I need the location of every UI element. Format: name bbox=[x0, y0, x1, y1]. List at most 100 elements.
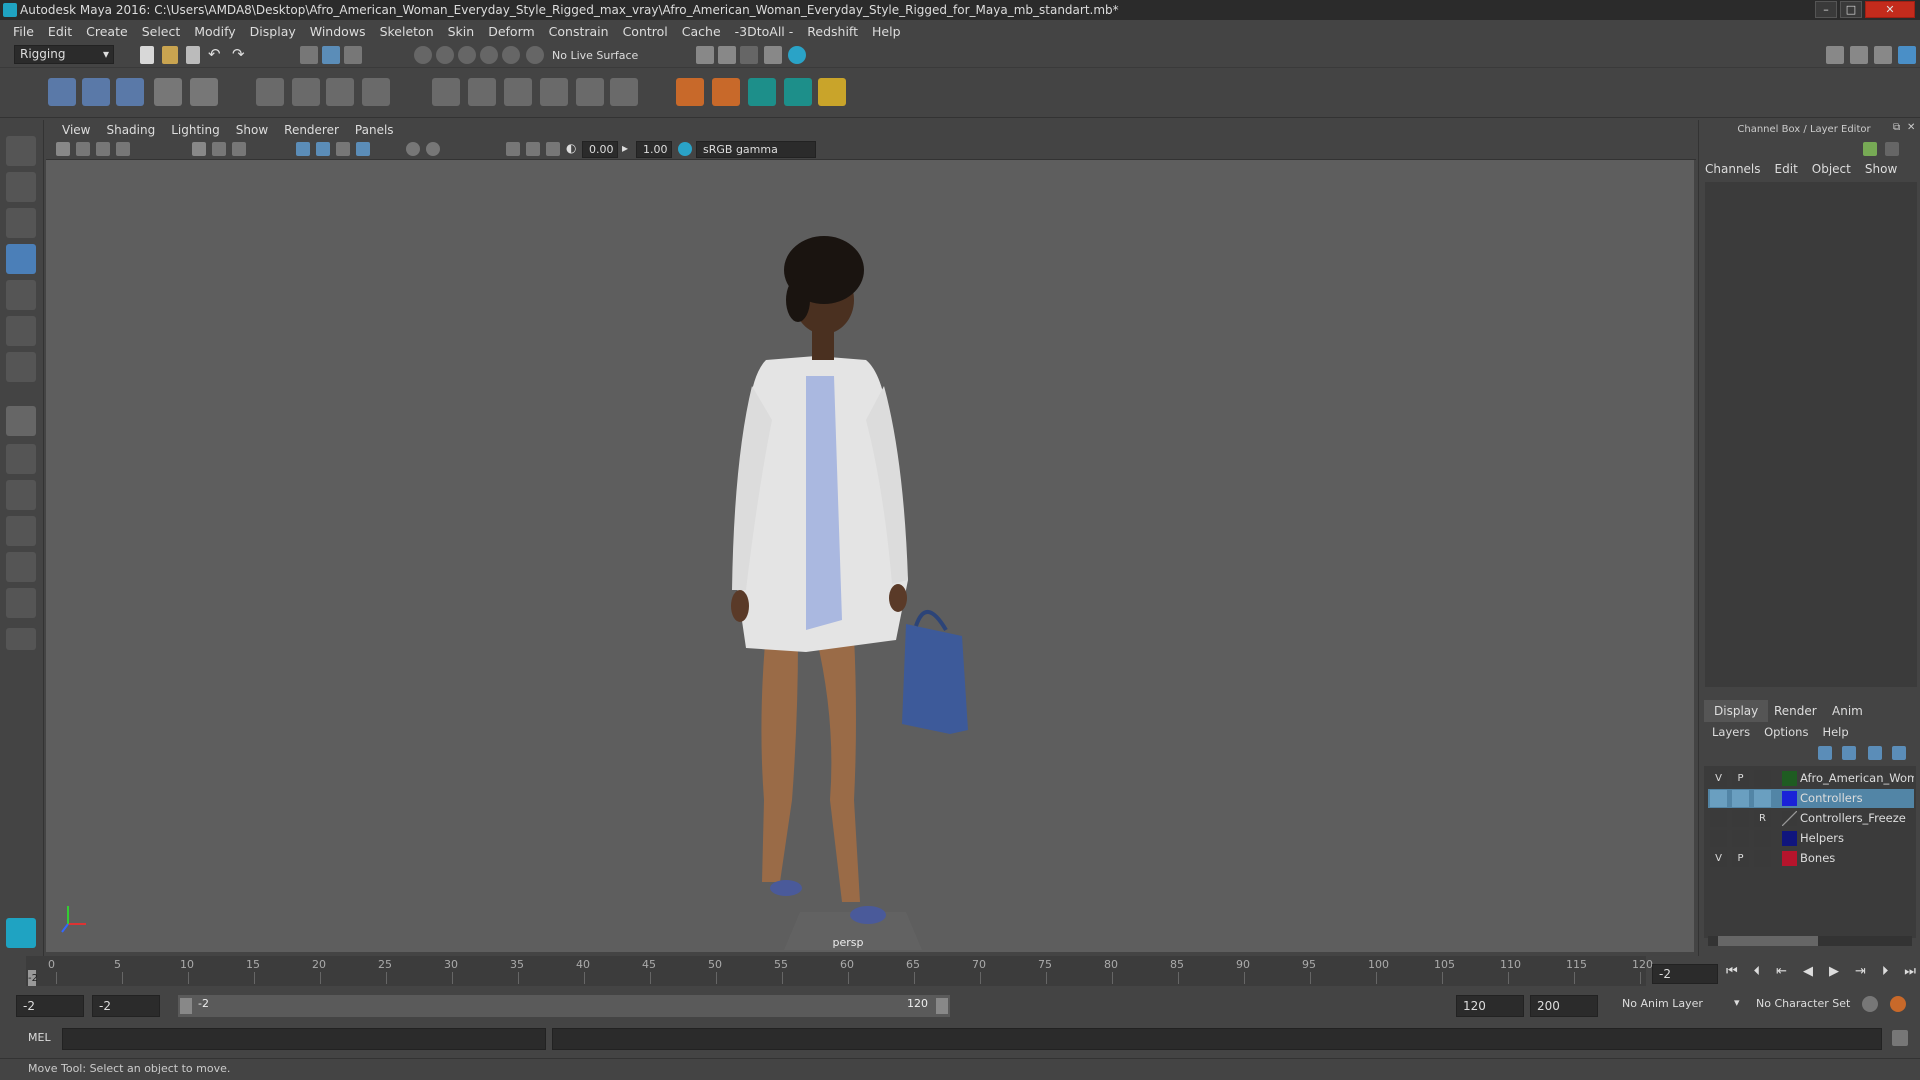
menu-select[interactable]: Select bbox=[135, 24, 188, 39]
script-editor-icon[interactable] bbox=[1892, 1030, 1908, 1046]
aim-constraint-icon[interactable] bbox=[468, 78, 496, 106]
layer-display-type[interactable]: R bbox=[1754, 810, 1771, 827]
layer-menu-options[interactable]: Options bbox=[1764, 722, 1808, 744]
gamma-field[interactable]: 1.00 bbox=[636, 141, 672, 158]
go-to-end-icon[interactable]: ⏭ bbox=[1904, 964, 1916, 984]
single-view-icon[interactable] bbox=[6, 406, 36, 436]
persp-graph-icon[interactable] bbox=[6, 516, 36, 546]
new-layer-icon[interactable] bbox=[1868, 746, 1882, 760]
panel-menu-shading[interactable]: Shading bbox=[98, 123, 163, 137]
auto-key-icon[interactable] bbox=[1862, 996, 1878, 1012]
camera-attr-icon[interactable] bbox=[76, 142, 90, 156]
resolution-gate-icon[interactable] bbox=[232, 142, 246, 156]
lattice-icon[interactable] bbox=[256, 78, 284, 106]
menu-edit[interactable]: Edit bbox=[41, 24, 79, 39]
menu-skin[interactable]: Skin bbox=[441, 24, 482, 39]
select-component-icon[interactable] bbox=[344, 46, 362, 64]
cb-menu-channels[interactable]: Channels bbox=[1705, 162, 1761, 176]
last-tool-icon[interactable] bbox=[6, 352, 36, 382]
layer-playback-toggle[interactable]: P bbox=[1732, 850, 1749, 867]
layer-menu-help[interactable]: Help bbox=[1822, 722, 1848, 744]
cb-menu-edit[interactable]: Edit bbox=[1775, 162, 1798, 176]
persp-outliner-icon[interactable] bbox=[6, 552, 36, 582]
layer-visibility-toggle[interactable] bbox=[1710, 830, 1727, 847]
layer-name[interactable]: Helpers bbox=[1800, 829, 1914, 848]
minimize-button[interactable]: – bbox=[1815, 1, 1837, 18]
cb-mode-icon-2[interactable] bbox=[1885, 142, 1899, 156]
layer-color-swatch[interactable] bbox=[1782, 851, 1797, 866]
paint-select-icon[interactable] bbox=[6, 208, 36, 238]
layer-color-swatch[interactable] bbox=[1782, 811, 1797, 826]
snap-surface-icon[interactable] bbox=[502, 46, 520, 64]
snap-point-icon[interactable] bbox=[458, 46, 476, 64]
color-management-icon[interactable] bbox=[678, 142, 692, 156]
end-time-field[interactable]: 200 bbox=[1530, 995, 1598, 1017]
range-end-handle[interactable] bbox=[936, 998, 948, 1014]
wireframe-icon[interactable] bbox=[296, 142, 310, 156]
menuset-dropdown[interactable]: Rigging ▾ bbox=[14, 45, 114, 64]
textured-icon[interactable] bbox=[336, 142, 350, 156]
render-frame-icon[interactable] bbox=[696, 46, 714, 64]
four-view-icon[interactable] bbox=[6, 444, 36, 474]
step-back-key-icon[interactable]: ⇤ bbox=[1776, 964, 1787, 984]
menu-modify[interactable]: Modify bbox=[187, 24, 242, 39]
layer-name[interactable]: Controllers_Freeze bbox=[1800, 809, 1914, 828]
layer-playback-toggle[interactable]: P bbox=[1732, 770, 1749, 787]
menu-help[interactable]: Help bbox=[865, 24, 908, 39]
cb-mode-icon[interactable] bbox=[1863, 142, 1877, 156]
step-back-icon[interactable]: ⏴ bbox=[1754, 964, 1761, 984]
pole-vector-icon[interactable] bbox=[610, 78, 638, 106]
select-hierarchy-icon[interactable] bbox=[300, 46, 318, 64]
hypershade-icon[interactable] bbox=[764, 46, 782, 64]
character-set-dropdown[interactable]: No Character Set bbox=[1756, 997, 1876, 1010]
locator-icon[interactable] bbox=[676, 78, 704, 106]
cb-menu-object[interactable]: Object bbox=[1812, 162, 1851, 176]
panel-menu-view[interactable]: View bbox=[54, 123, 98, 137]
panel-menu-show[interactable]: Show bbox=[228, 123, 276, 137]
chevron-down-icon[interactable]: ▾ bbox=[1734, 996, 1740, 1009]
menu-file[interactable]: File bbox=[6, 24, 41, 39]
step-forward-icon[interactable]: ⏵ bbox=[1882, 964, 1889, 984]
panel-menu-renderer[interactable]: Renderer bbox=[276, 123, 347, 137]
menu-control[interactable]: Control bbox=[616, 24, 675, 39]
new-scene-icon[interactable] bbox=[140, 46, 154, 64]
menu-redshift[interactable]: Redshift bbox=[800, 24, 865, 39]
layer-visibility-toggle[interactable] bbox=[1710, 810, 1727, 827]
anim-layer-dropdown[interactable]: No Anim Layer bbox=[1622, 997, 1742, 1010]
move-layer-down-icon[interactable] bbox=[1842, 746, 1856, 760]
exposure-field[interactable]: 0.00 bbox=[582, 141, 618, 158]
time-slider[interactable]: 0 5 10 15 20 25 30 35 40 45 50 55 60 65 70 75 80 85 90 95 10… bbox=[26, 956, 1653, 986]
hik-character-icon[interactable] bbox=[784, 78, 812, 106]
new-layer-selected-icon[interactable] bbox=[1892, 746, 1906, 760]
undo-icon[interactable]: ↶ bbox=[208, 45, 221, 63]
menu-deform[interactable]: Deform bbox=[481, 24, 541, 39]
layout-icon[interactable] bbox=[6, 588, 36, 618]
color-space-dropdown[interactable]: sRGB gamma bbox=[696, 141, 816, 158]
hik-icon[interactable] bbox=[748, 78, 776, 106]
range-start-handle[interactable] bbox=[180, 998, 192, 1014]
layer-display-type[interactable] bbox=[1754, 830, 1771, 847]
lasso-tool-icon[interactable] bbox=[6, 172, 36, 202]
render-settings-icon[interactable] bbox=[740, 46, 758, 64]
move-layer-up-icon[interactable] bbox=[1818, 746, 1832, 760]
play-forward-icon[interactable]: ▶ bbox=[1829, 964, 1839, 984]
orient-constraint-icon[interactable] bbox=[504, 78, 532, 106]
smooth-shade-icon[interactable] bbox=[316, 142, 330, 156]
menu-3dtoall[interactable]: -3DtoAll - bbox=[728, 24, 801, 39]
menu-create[interactable]: Create bbox=[79, 24, 135, 39]
go-to-start-icon[interactable]: ⏮ bbox=[1726, 964, 1738, 984]
scale-constraint-icon[interactable] bbox=[540, 78, 568, 106]
parent-constraint-icon[interactable] bbox=[576, 78, 604, 106]
xray-icon[interactable] bbox=[426, 142, 440, 156]
wrap-icon[interactable] bbox=[326, 78, 354, 106]
layer-display-type[interactable] bbox=[1754, 790, 1771, 807]
layer-visibility-toggle[interactable]: V bbox=[1710, 770, 1727, 787]
select-object-icon[interactable] bbox=[322, 46, 340, 64]
layer-name[interactable]: Bones bbox=[1800, 849, 1914, 868]
tool-settings-icon[interactable] bbox=[1874, 46, 1892, 64]
snap-curve-icon[interactable] bbox=[436, 46, 454, 64]
tab-render[interactable]: Render bbox=[1764, 700, 1827, 722]
ik-handle-icon[interactable] bbox=[82, 78, 110, 106]
render-view-icon[interactable] bbox=[788, 46, 806, 64]
layer-name[interactable]: Afro_American_Woman bbox=[1800, 769, 1914, 788]
